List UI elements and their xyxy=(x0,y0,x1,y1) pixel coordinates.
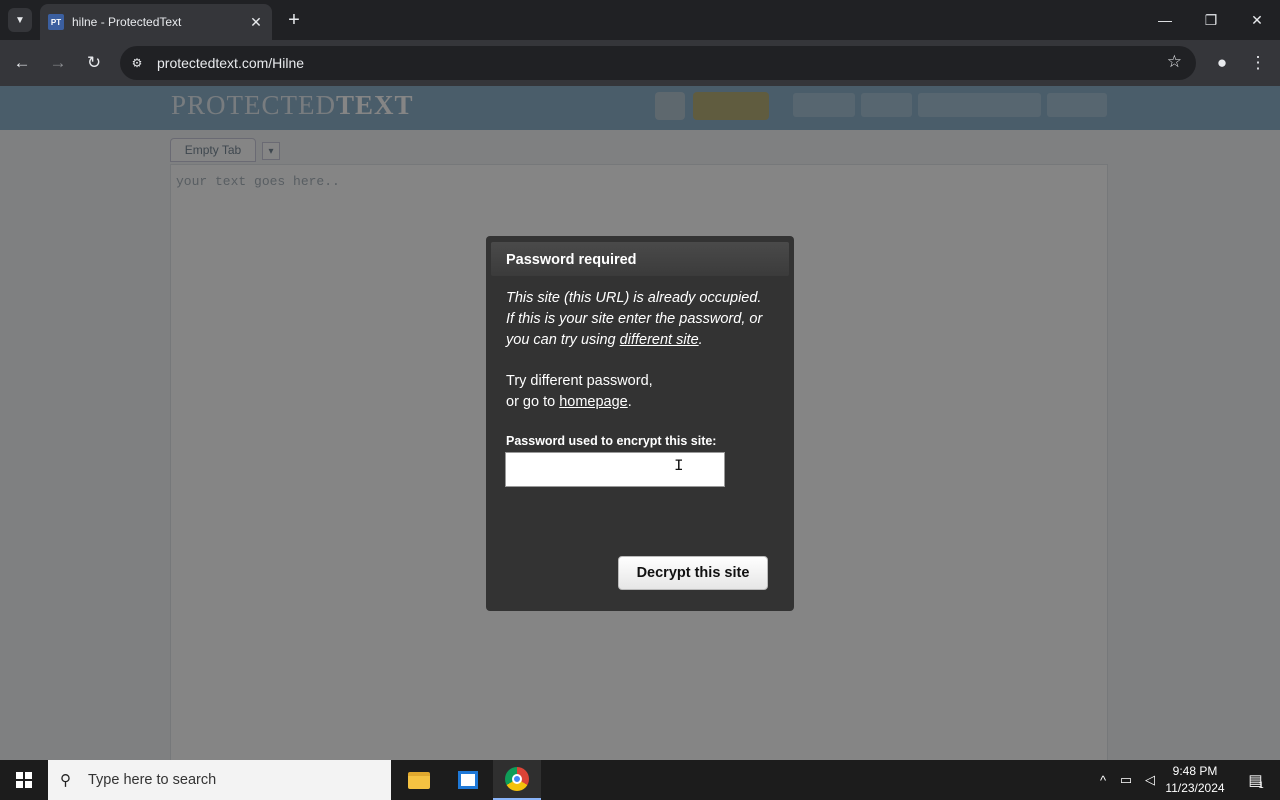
tray-overflow-button[interactable]: ^ xyxy=(1094,760,1112,800)
intro-line-2: If this is your site enter the password,… xyxy=(506,311,763,327)
chrome-app[interactable] xyxy=(493,760,541,800)
chevron-down-icon: ▼ xyxy=(15,14,25,26)
windows-logo-icon xyxy=(16,772,32,788)
decrypt-button[interactable]: Decrypt this site xyxy=(618,556,768,590)
window-close-button[interactable]: ✕ xyxy=(1234,0,1280,40)
clock-time: 9:48 PM xyxy=(1172,764,1218,778)
dialog-body: This site (this URL) is already occupied… xyxy=(506,288,781,413)
browser-tab[interactable]: PT hilne - ProtectedText ✕ xyxy=(40,4,272,40)
back-button[interactable]: ← xyxy=(10,51,34,75)
intro-line-3: you can try using different site. xyxy=(506,330,781,351)
retry-line-2-suffix: . xyxy=(627,394,632,410)
tab-search-button[interactable]: ▼ xyxy=(8,8,32,32)
password-dialog: Password required This site (this URL) i… xyxy=(486,236,794,611)
clock-date: 11/23/2024 xyxy=(1165,781,1225,795)
star-icon[interactable]: ☆ xyxy=(1167,52,1182,72)
forward-button[interactable]: → xyxy=(46,51,70,75)
network-tray-button[interactable]: ▭ xyxy=(1116,760,1136,800)
password-input[interactable] xyxy=(505,452,725,487)
file-explorer-app[interactable] xyxy=(395,760,443,800)
site-info-icon[interactable]: ⚙ xyxy=(128,54,146,72)
reload-button[interactable]: ↻ xyxy=(82,51,106,75)
browser-toolbar: ← → ↻ ⚙ protectedtext.com/Hilne ☆ ● ⋮ xyxy=(0,40,1280,86)
notification-center-button[interactable]: ▤ 1 xyxy=(1236,760,1276,800)
intro-line-1: This site (this URL) is already occupied… xyxy=(506,290,762,306)
start-button[interactable] xyxy=(0,760,48,800)
close-icon: ✕ xyxy=(1251,11,1263,28)
browser-tab-bar: ▼ PT hilne - ProtectedText ✕ + — ❐ ✕ xyxy=(0,0,1280,40)
tab-title: hilne - ProtectedText xyxy=(72,15,182,29)
taskbar-clock[interactable]: 9:48 PM 11/23/2024 xyxy=(1160,763,1230,797)
browser-menu-button[interactable]: ⋮ xyxy=(1246,51,1270,75)
notification-count: 1 xyxy=(1258,780,1264,790)
retry-line-2-prefix: or go to xyxy=(506,394,560,410)
search-icon: ⚲ xyxy=(60,772,71,789)
address-bar[interactable]: ⚙ protectedtext.com/Hilne ☆ xyxy=(120,46,1196,80)
store-icon xyxy=(458,771,478,789)
volume-tray-button[interactable]: ◁ xyxy=(1140,760,1160,800)
taskbar-search-placeholder: Type here to search xyxy=(88,772,217,788)
file-explorer-icon xyxy=(408,771,430,789)
new-tab-button[interactable]: + xyxy=(282,8,306,32)
minimize-icon: — xyxy=(1158,12,1172,28)
taskbar: ⚲ Type here to search ^ ▭ ◁ 9:48 PM 11/2… xyxy=(0,760,1280,800)
restore-icon: ❐ xyxy=(1204,11,1218,28)
retry-line-1: Try different password, xyxy=(506,373,653,389)
intro-line-3-suffix: . xyxy=(698,332,703,348)
profile-icon: ● xyxy=(1216,53,1228,72)
dialog-title: Password required xyxy=(506,252,637,268)
reload-icon: ↻ xyxy=(86,53,102,72)
different-site-link[interactable]: different site xyxy=(620,332,699,348)
volume-muted-icon: ◁ xyxy=(1145,772,1155,787)
close-icon[interactable]: ✕ xyxy=(248,14,264,31)
kebab-menu-icon: ⋮ xyxy=(1249,53,1267,72)
taskbar-search-box[interactable]: ⚲ Type here to search xyxy=(48,760,391,800)
site-favicon-icon: PT xyxy=(48,14,64,30)
forward-arrow-icon: → xyxy=(49,53,67,72)
dialog-title-bar: Password required xyxy=(491,242,789,276)
network-icon: ▭ xyxy=(1119,772,1133,787)
profile-button[interactable]: ● xyxy=(1210,51,1234,75)
retry-line-2: or go to homepage. xyxy=(506,392,781,413)
restore-button[interactable]: ❐ xyxy=(1188,0,1234,40)
chevron-up-icon: ^ xyxy=(1099,772,1107,788)
store-app[interactable] xyxy=(444,760,492,800)
homepage-link[interactable]: homepage xyxy=(559,394,628,410)
url-text[interactable]: protectedtext.com/Hilne xyxy=(157,55,304,71)
intro-line-3-prefix: you can try using xyxy=(506,332,620,348)
chrome-icon xyxy=(505,767,529,791)
plus-icon: + xyxy=(288,8,300,31)
minimize-button[interactable]: — xyxy=(1142,0,1188,40)
password-label: Password used to encrypt this site: xyxy=(506,434,717,448)
back-arrow-icon: ← xyxy=(13,53,31,72)
